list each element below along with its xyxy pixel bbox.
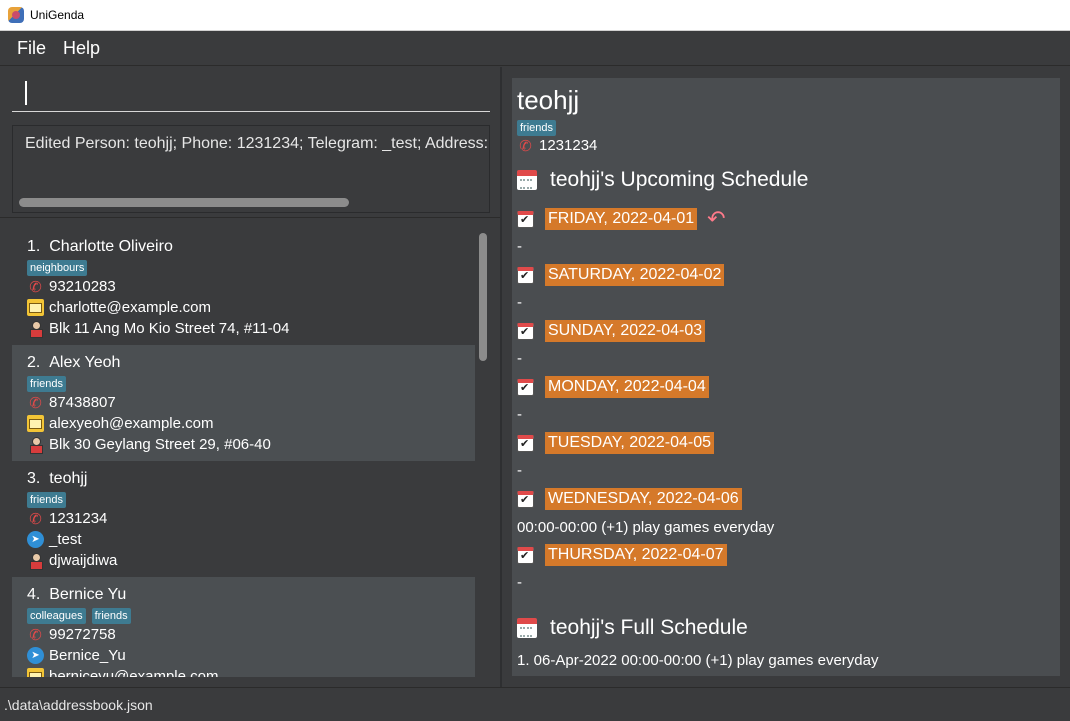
telegram-icon: ➤ xyxy=(27,647,44,664)
title-bar: UniGenda xyxy=(0,0,1070,31)
person-name: 1. Charlotte Oliveiro xyxy=(27,238,173,255)
day-row-friday: FRIDAY, 2022-04-01 ↶ xyxy=(517,208,726,230)
day-label: SUNDAY, 2022-04-03 xyxy=(545,320,706,342)
text-caret xyxy=(25,81,27,105)
upcoming-schedule-title: teohjj's Upcoming Schedule xyxy=(517,168,809,192)
pane-divider[interactable] xyxy=(500,67,502,687)
day-label: SATURDAY, 2022-04-02 xyxy=(545,264,725,286)
person-list[interactable]: 1. Charlotte Oliveiro neighbours ✆ 932102… xyxy=(12,229,490,677)
person-card[interactable]: 3. teohjj friends ✆ 1231234 ➤ _test djwaij… xyxy=(12,461,475,577)
day-entry: - xyxy=(517,462,522,479)
phone-icon: ✆ xyxy=(29,278,42,296)
person-name: 4. Bernice Yu xyxy=(27,586,127,603)
divider xyxy=(0,217,500,218)
phone-icon: ✆ xyxy=(29,626,42,644)
result-horizontal-scrollbar[interactable] xyxy=(19,198,349,207)
calendar-icon xyxy=(517,618,537,638)
command-input[interactable] xyxy=(12,77,490,112)
calendar-icon xyxy=(517,170,537,190)
status-bar: .\data\addressbook.json xyxy=(0,687,1070,721)
person-email: berniceyu@example.com xyxy=(27,668,218,677)
file-path: .\data\addressbook.json xyxy=(4,696,153,713)
person-phone: ✆ 1231234 xyxy=(27,510,107,528)
detail-phone: ✆ 1231234 xyxy=(517,137,597,155)
window-title: UniGenda xyxy=(30,8,85,22)
phone-icon: ✆ xyxy=(519,137,532,155)
person-list-scrollbar[interactable] xyxy=(479,233,487,361)
address-icon xyxy=(27,320,44,338)
telegram-icon: ➤ xyxy=(27,531,44,548)
full-schedule-entry: 1. 06-Apr-2022 00:00-00:00 (+1) play gam… xyxy=(517,652,879,669)
day-row-monday: MONDAY, 2022-04-04 xyxy=(517,376,709,398)
result-text: Edited Person: teohjj; Phone: 1231234; T… xyxy=(25,135,489,152)
person-phone: ✆ 87438807 xyxy=(27,394,116,412)
calendar-day-icon xyxy=(517,210,534,228)
person-email: alexyeoh@example.com xyxy=(27,415,213,432)
day-label: MONDAY, 2022-04-04 xyxy=(545,376,709,398)
tag-badge: colleagues xyxy=(27,608,86,624)
person-address: Blk 30 Geylang Street 29, #06-40 xyxy=(27,436,271,454)
person-phone: ✆ 93210283 xyxy=(27,278,116,296)
person-address: djwaijdiwa xyxy=(27,552,117,570)
day-entry: - xyxy=(517,238,522,255)
day-row-thursday: THURSDAY, 2022-04-07 xyxy=(517,544,727,566)
day-entry: - xyxy=(517,574,522,591)
detail-name: teohjj xyxy=(517,85,580,115)
menu-file[interactable]: File xyxy=(17,38,46,59)
left-pane: Edited Person: teohjj; Phone: 1231234; T… xyxy=(0,67,500,687)
day-entry: - xyxy=(517,350,522,367)
day-row-tuesday: TUESDAY, 2022-04-05 xyxy=(517,432,715,454)
day-label: FRIDAY, 2022-04-01 xyxy=(545,208,698,230)
phone-icon: ✆ xyxy=(29,510,42,528)
calendar-day-icon xyxy=(517,266,534,284)
result-display: Edited Person: teohjj; Phone: 1231234; T… xyxy=(12,125,490,213)
menu-bar: File Help xyxy=(0,31,1070,66)
calendar-day-icon xyxy=(517,490,534,508)
email-icon xyxy=(27,415,44,432)
day-row-saturday: SATURDAY, 2022-04-02 xyxy=(517,264,725,286)
person-card[interactable]: 4. Bernice Yu colleagues friends ✆ 992727… xyxy=(12,577,475,677)
tag-badge: friends xyxy=(27,376,67,392)
detail-tag-badge: friends xyxy=(517,120,557,136)
calendar-day-icon xyxy=(517,322,534,340)
person-telegram: ➤ _test xyxy=(27,531,82,548)
person-name: 2. Alex Yeoh xyxy=(27,354,121,371)
calendar-day-icon xyxy=(517,434,534,452)
full-schedule-title: teohjj's Full Schedule xyxy=(517,616,748,640)
person-detail-panel: teohjj friends ✆ 1231234 teohjj's Upcomin… xyxy=(512,78,1060,676)
person-phone: ✆ 99272758 xyxy=(27,626,116,644)
person-name: 3. teohjj xyxy=(27,470,88,487)
person-card[interactable]: 1. Charlotte Oliveiro neighbours ✆ 932102… xyxy=(12,229,475,345)
calendar-day-icon xyxy=(517,546,534,564)
day-entry: 00:00-00:00 (+1) play games everyday xyxy=(517,519,775,536)
email-icon xyxy=(27,299,44,316)
tag-badge: neighbours xyxy=(27,260,88,276)
calendar-day-icon xyxy=(517,378,534,396)
day-label: WEDNESDAY, 2022-04-06 xyxy=(545,488,742,510)
day-label: THURSDAY, 2022-04-07 xyxy=(545,544,727,566)
day-entry: - xyxy=(517,406,522,423)
back-arrow-icon[interactable]: ↶ xyxy=(707,208,725,230)
app-logo-icon xyxy=(8,7,24,23)
person-address: Blk 11 Ang Mo Kio Street 74, #11-04 xyxy=(27,320,289,338)
tag-badge: friends xyxy=(27,492,67,508)
person-card[interactable]: 2. Alex Yeoh friends ✆ 87438807 alexyeoh@… xyxy=(12,345,475,461)
email-icon xyxy=(27,668,44,677)
address-icon xyxy=(27,552,44,570)
phone-icon: ✆ xyxy=(29,394,42,412)
day-entry: - xyxy=(517,294,522,311)
tag-badge: friends xyxy=(91,608,131,624)
day-row-wednesday: WEDNESDAY, 2022-04-06 xyxy=(517,488,742,510)
person-telegram: ➤ Bernice_Yu xyxy=(27,647,126,664)
menu-help[interactable]: Help xyxy=(63,38,100,59)
day-label: TUESDAY, 2022-04-05 xyxy=(545,432,715,454)
person-email: charlotte@example.com xyxy=(27,299,211,316)
day-row-sunday: SUNDAY, 2022-04-03 xyxy=(517,320,706,342)
address-icon xyxy=(27,436,44,454)
